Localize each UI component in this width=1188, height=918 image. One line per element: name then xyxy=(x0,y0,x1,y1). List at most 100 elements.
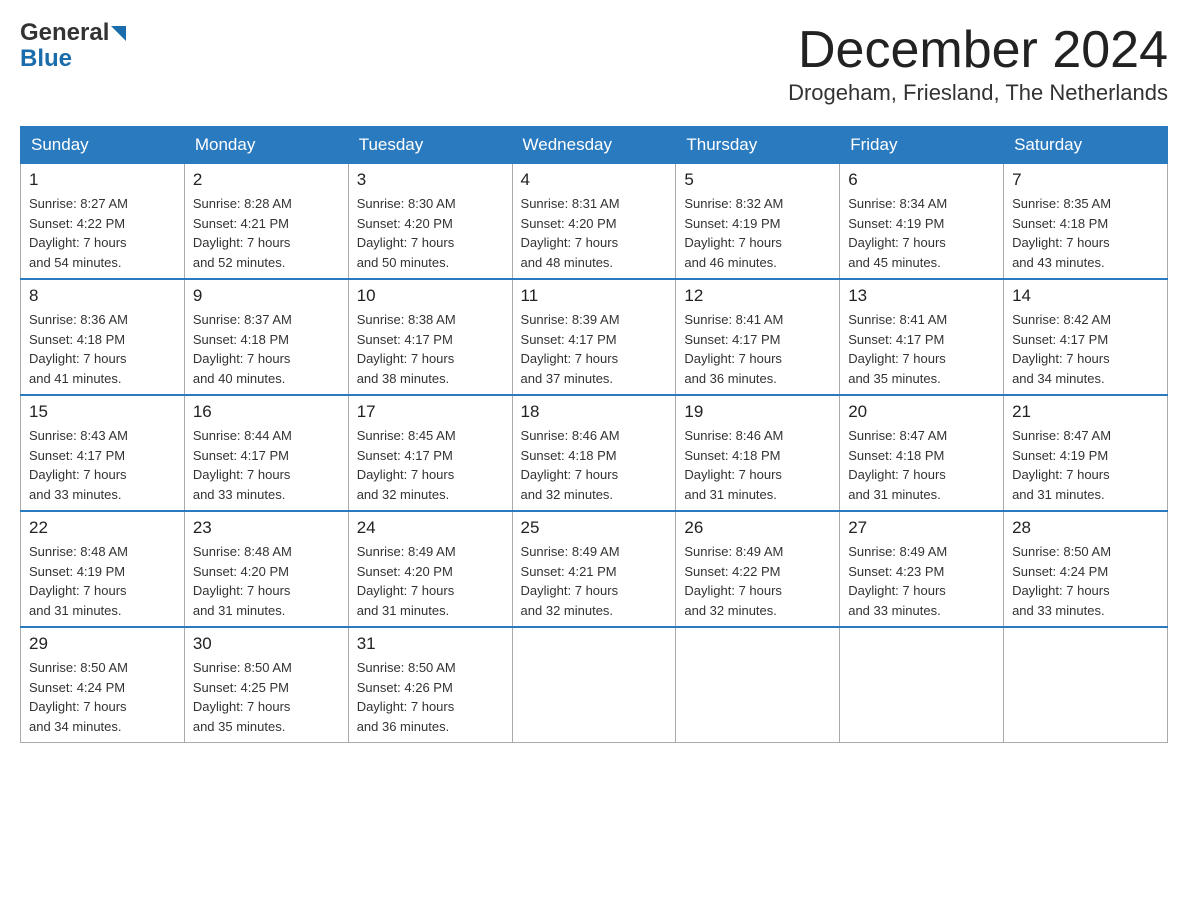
calendar-cell: 2 Sunrise: 8:28 AM Sunset: 4:21 PM Daylig… xyxy=(184,164,348,280)
day-number: 18 xyxy=(521,402,668,422)
day-info: Sunrise: 8:41 AM Sunset: 4:17 PM Dayligh… xyxy=(848,310,995,388)
day-info: Sunrise: 8:39 AM Sunset: 4:17 PM Dayligh… xyxy=(521,310,668,388)
calendar-cell: 22 Sunrise: 8:48 AM Sunset: 4:19 PM Dayli… xyxy=(21,511,185,627)
month-title: December 2024 xyxy=(788,20,1168,80)
logo-text: General Blue xyxy=(20,20,126,73)
calendar-cell: 8 Sunrise: 8:36 AM Sunset: 4:18 PM Daylig… xyxy=(21,279,185,395)
day-info: Sunrise: 8:43 AM Sunset: 4:17 PM Dayligh… xyxy=(29,426,176,504)
calendar-cell: 3Sunrise: 8:30 AM Sunset: 4:20 PM Daylig… xyxy=(348,164,512,280)
calendar-week-row: 22 Sunrise: 8:48 AM Sunset: 4:19 PM Dayli… xyxy=(21,511,1168,627)
day-info: Sunrise: 8:28 AM Sunset: 4:21 PM Dayligh… xyxy=(193,194,340,272)
day-info: Sunrise: 8:46 AM Sunset: 4:18 PM Dayligh… xyxy=(521,426,668,504)
calendar-cell: 29 Sunrise: 8:50 AM Sunset: 4:24 PM Dayli… xyxy=(21,627,185,743)
calendar-cell: 18 Sunrise: 8:46 AM Sunset: 4:18 PM Dayli… xyxy=(512,395,676,511)
day-info: Sunrise: 8:46 AM Sunset: 4:18 PM Dayligh… xyxy=(684,426,831,504)
day-info: Sunrise: 8:30 AM Sunset: 4:20 PM Dayligh… xyxy=(357,194,504,272)
day-number: 28 xyxy=(1012,518,1159,538)
day-number: 31 xyxy=(357,634,504,654)
calendar-cell: 15 Sunrise: 8:43 AM Sunset: 4:17 PM Dayli… xyxy=(21,395,185,511)
calendar-cell: 10Sunrise: 8:38 AM Sunset: 4:17 PM Dayli… xyxy=(348,279,512,395)
day-info: Sunrise: 8:49 AM Sunset: 4:22 PM Dayligh… xyxy=(684,542,831,620)
day-info: Sunrise: 8:34 AM Sunset: 4:19 PM Dayligh… xyxy=(848,194,995,272)
calendar-cell: 1Sunrise: 8:27 AM Sunset: 4:22 PM Daylig… xyxy=(21,164,185,280)
calendar-cell: 31 Sunrise: 8:50 AM Sunset: 4:26 PM Dayli… xyxy=(348,627,512,743)
day-info: Sunrise: 8:48 AM Sunset: 4:19 PM Dayligh… xyxy=(29,542,176,620)
day-number: 23 xyxy=(193,518,340,538)
calendar-cell: 12Sunrise: 8:41 AM Sunset: 4:17 PM Dayli… xyxy=(676,279,840,395)
day-number: 15 xyxy=(29,402,176,422)
day-info: Sunrise: 8:49 AM Sunset: 4:20 PM Dayligh… xyxy=(357,542,504,620)
day-info: Sunrise: 8:35 AM Sunset: 4:18 PM Dayligh… xyxy=(1012,194,1159,272)
col-header-sunday: Sunday xyxy=(21,127,185,164)
day-number: 26 xyxy=(684,518,831,538)
day-number: 7 xyxy=(1012,170,1159,190)
day-info: Sunrise: 8:27 AM Sunset: 4:22 PM Dayligh… xyxy=(29,194,176,272)
title-block: December 2024 Drogeham, Friesland, The N… xyxy=(788,20,1168,106)
day-info: Sunrise: 8:32 AM Sunset: 4:19 PM Dayligh… xyxy=(684,194,831,272)
col-header-friday: Friday xyxy=(840,127,1004,164)
day-info: Sunrise: 8:50 AM Sunset: 4:25 PM Dayligh… xyxy=(193,658,340,736)
calendar-week-row: 1Sunrise: 8:27 AM Sunset: 4:22 PM Daylig… xyxy=(21,164,1168,280)
day-number: 29 xyxy=(29,634,176,654)
day-info: Sunrise: 8:44 AM Sunset: 4:17 PM Dayligh… xyxy=(193,426,340,504)
day-number: 30 xyxy=(193,634,340,654)
day-info: Sunrise: 8:49 AM Sunset: 4:21 PM Dayligh… xyxy=(521,542,668,620)
calendar-week-row: 8 Sunrise: 8:36 AM Sunset: 4:18 PM Daylig… xyxy=(21,279,1168,395)
day-number: 16 xyxy=(193,402,340,422)
day-number: 19 xyxy=(684,402,831,422)
day-info: Sunrise: 8:31 AM Sunset: 4:20 PM Dayligh… xyxy=(521,194,668,272)
logo: General Blue xyxy=(20,20,126,73)
day-info: Sunrise: 8:50 AM Sunset: 4:24 PM Dayligh… xyxy=(1012,542,1159,620)
calendar-cell: 24 Sunrise: 8:49 AM Sunset: 4:20 PM Dayli… xyxy=(348,511,512,627)
day-info: Sunrise: 8:50 AM Sunset: 4:26 PM Dayligh… xyxy=(357,658,504,736)
day-number: 20 xyxy=(848,402,995,422)
col-header-thursday: Thursday xyxy=(676,127,840,164)
calendar-cell: 20 Sunrise: 8:47 AM Sunset: 4:18 PM Dayli… xyxy=(840,395,1004,511)
page-header: General Blue December 2024 Drogeham, Fri… xyxy=(20,20,1168,106)
calendar-cell xyxy=(1004,627,1168,743)
day-info: Sunrise: 8:47 AM Sunset: 4:18 PM Dayligh… xyxy=(848,426,995,504)
col-header-monday: Monday xyxy=(184,127,348,164)
calendar-cell: 28 Sunrise: 8:50 AM Sunset: 4:24 PM Dayli… xyxy=(1004,511,1168,627)
calendar-cell: 4 Sunrise: 8:31 AM Sunset: 4:20 PM Daylig… xyxy=(512,164,676,280)
day-number: 2 xyxy=(193,170,340,190)
day-number: 14 xyxy=(1012,286,1159,306)
col-header-saturday: Saturday xyxy=(1004,127,1168,164)
calendar-header-row: SundayMondayTuesdayWednesdayThursdayFrid… xyxy=(21,127,1168,164)
day-number: 11 xyxy=(521,286,668,306)
day-info: Sunrise: 8:45 AM Sunset: 4:17 PM Dayligh… xyxy=(357,426,504,504)
calendar-week-row: 29 Sunrise: 8:50 AM Sunset: 4:24 PM Dayli… xyxy=(21,627,1168,743)
calendar-cell: 26 Sunrise: 8:49 AM Sunset: 4:22 PM Dayli… xyxy=(676,511,840,627)
calendar-cell: 19 Sunrise: 8:46 AM Sunset: 4:18 PM Dayli… xyxy=(676,395,840,511)
location-subtitle: Drogeham, Friesland, The Netherlands xyxy=(788,80,1168,106)
calendar-cell: 9Sunrise: 8:37 AM Sunset: 4:18 PM Daylig… xyxy=(184,279,348,395)
calendar-cell: 14 Sunrise: 8:42 AM Sunset: 4:17 PM Dayli… xyxy=(1004,279,1168,395)
day-info: Sunrise: 8:48 AM Sunset: 4:20 PM Dayligh… xyxy=(193,542,340,620)
calendar-cell: 23 Sunrise: 8:48 AM Sunset: 4:20 PM Dayli… xyxy=(184,511,348,627)
col-header-wednesday: Wednesday xyxy=(512,127,676,164)
day-number: 24 xyxy=(357,518,504,538)
day-number: 21 xyxy=(1012,402,1159,422)
day-number: 22 xyxy=(29,518,176,538)
day-info: Sunrise: 8:42 AM Sunset: 4:17 PM Dayligh… xyxy=(1012,310,1159,388)
calendar-cell: 21Sunrise: 8:47 AM Sunset: 4:19 PM Dayli… xyxy=(1004,395,1168,511)
calendar-cell: 11 Sunrise: 8:39 AM Sunset: 4:17 PM Dayli… xyxy=(512,279,676,395)
day-number: 4 xyxy=(521,170,668,190)
day-number: 5 xyxy=(684,170,831,190)
day-number: 8 xyxy=(29,286,176,306)
calendar-cell xyxy=(512,627,676,743)
calendar-cell: 7 Sunrise: 8:35 AM Sunset: 4:18 PM Daylig… xyxy=(1004,164,1168,280)
calendar-cell: 13Sunrise: 8:41 AM Sunset: 4:17 PM Dayli… xyxy=(840,279,1004,395)
calendar-week-row: 15 Sunrise: 8:43 AM Sunset: 4:17 PM Dayli… xyxy=(21,395,1168,511)
calendar-cell: 30 Sunrise: 8:50 AM Sunset: 4:25 PM Dayli… xyxy=(184,627,348,743)
day-info: Sunrise: 8:36 AM Sunset: 4:18 PM Dayligh… xyxy=(29,310,176,388)
day-number: 17 xyxy=(357,402,504,422)
day-info: Sunrise: 8:41 AM Sunset: 4:17 PM Dayligh… xyxy=(684,310,831,388)
calendar-cell: 16 Sunrise: 8:44 AM Sunset: 4:17 PM Dayli… xyxy=(184,395,348,511)
col-header-tuesday: Tuesday xyxy=(348,127,512,164)
day-number: 25 xyxy=(521,518,668,538)
calendar-table: SundayMondayTuesdayWednesdayThursdayFrid… xyxy=(20,126,1168,743)
day-info: Sunrise: 8:50 AM Sunset: 4:24 PM Dayligh… xyxy=(29,658,176,736)
calendar-cell: 6Sunrise: 8:34 AM Sunset: 4:19 PM Daylig… xyxy=(840,164,1004,280)
calendar-cell xyxy=(676,627,840,743)
